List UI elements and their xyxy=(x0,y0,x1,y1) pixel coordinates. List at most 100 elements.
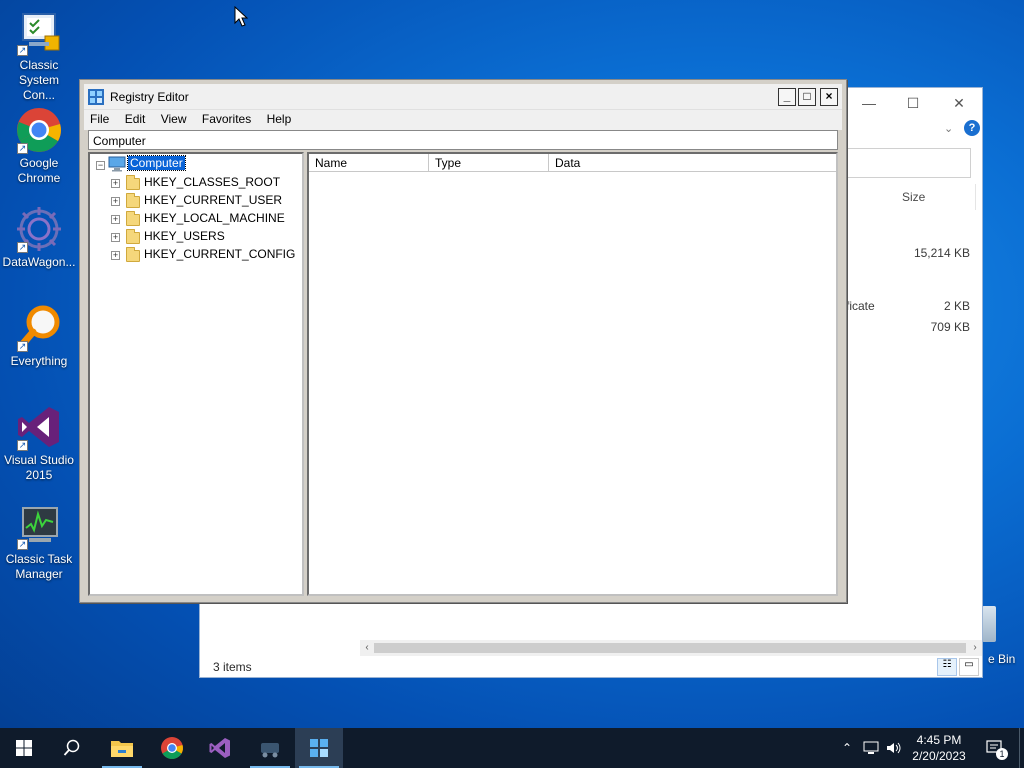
taskbar-registry-editor[interactable] xyxy=(295,728,343,768)
large-icons-view-icon[interactable]: ▭ xyxy=(959,658,979,676)
maximize-button[interactable]: □ xyxy=(798,88,816,106)
close-button[interactable]: × xyxy=(820,88,838,106)
menu-favorites[interactable]: Favorites xyxy=(196,110,257,128)
horizontal-scrollbar[interactable]: ‹ › xyxy=(360,640,982,656)
tree-label-hive[interactable]: HKEY_CURRENT_CONFIG xyxy=(144,247,295,261)
file-size: 709 KB xyxy=(930,320,970,334)
system-config-icon: ↗ xyxy=(15,8,63,56)
registry-editor-icon xyxy=(310,739,328,757)
recycle-bin-label: e Bin xyxy=(988,652,1016,666)
explorer-search-box[interactable] xyxy=(840,148,971,178)
start-button[interactable] xyxy=(0,728,48,768)
registry-editor-icon xyxy=(88,89,104,105)
show-desktop-button[interactable] xyxy=(1019,728,1024,768)
values-list[interactable]: Name Type Data xyxy=(307,152,838,596)
expand-icon[interactable]: + xyxy=(111,251,120,260)
column-header-name[interactable]: Name xyxy=(309,154,429,172)
explorer-minimize-button[interactable]: — xyxy=(846,92,892,114)
desktop-icon-google-chrome[interactable]: ↗ Google Chrome xyxy=(2,106,76,186)
mouse-cursor-icon xyxy=(234,6,248,27)
shortcut-arrow-icon: ↗ xyxy=(17,143,28,154)
volume-icon[interactable] xyxy=(884,728,904,768)
menu-help[interactable]: Help xyxy=(261,110,298,128)
file-row[interactable]: tificate 2 KB xyxy=(840,299,970,313)
file-row[interactable]: 15,214 KB xyxy=(840,246,970,260)
tree-label-hive[interactable]: HKEY_USERS xyxy=(144,229,225,243)
chrome-icon: ↗ xyxy=(15,106,63,154)
computer-icon xyxy=(108,156,126,172)
status-item-count: 3 items xyxy=(213,660,252,674)
menu-view[interactable]: View xyxy=(155,110,193,128)
desktop-icon-classic-task-manager[interactable]: ↗ Classic Task Manager xyxy=(2,502,76,582)
chevron-down-icon[interactable]: ⌄ xyxy=(944,122,953,135)
registry-tree[interactable]: − Computer + HKEY_CLASSES_ROOT + HKEY_CU… xyxy=(88,152,304,596)
shortcut-arrow-icon: ↗ xyxy=(17,242,28,253)
desktop-icon-classic-system-config[interactable]: ↗ Classic System Con... xyxy=(2,8,76,103)
column-header-size[interactable]: Size xyxy=(840,184,976,210)
shortcut-arrow-icon: ↗ xyxy=(17,45,28,56)
network-icon[interactable] xyxy=(860,728,882,768)
help-icon[interactable]: ? xyxy=(964,120,980,136)
search-button[interactable] xyxy=(48,728,96,768)
desktop-icon-label: Classic System Con... xyxy=(18,58,59,102)
expand-icon[interactable]: + xyxy=(111,215,120,224)
tree-label-hive[interactable]: HKEY_CLASSES_ROOT xyxy=(144,175,280,189)
search-icon xyxy=(63,739,80,756)
clock-date: 2/20/2023 xyxy=(912,749,966,763)
desktop-icon-label: Everything xyxy=(10,354,68,368)
tree-label-computer[interactable]: Computer xyxy=(127,155,186,171)
desktop-icon-label: Google Chrome xyxy=(17,156,61,185)
desktop-icon-visual-studio[interactable]: ↗ Visual Studio 2015 xyxy=(2,403,76,483)
clock-time: 4:45 PM xyxy=(916,733,962,747)
taskbar-chrome[interactable] xyxy=(148,728,196,768)
registry-editor-window[interactable]: Registry Editor _ □ × File Edit View Fav… xyxy=(79,79,847,603)
explorer-maximize-button[interactable]: ☐ xyxy=(890,92,936,114)
desktop-icon-datawagon[interactable]: ↗ DataWagon... xyxy=(2,205,76,270)
collapse-icon[interactable]: − xyxy=(96,161,105,170)
task-manager-icon: ↗ xyxy=(15,502,63,550)
system-clock[interactable]: 4:45 PM 2/20/2023 xyxy=(902,732,976,764)
file-size: 15,214 KB xyxy=(913,246,970,260)
expand-icon[interactable]: + xyxy=(111,233,120,242)
windows-logo-icon xyxy=(16,740,32,756)
notification-count-badge: 1 xyxy=(996,748,1008,760)
desktop-icon-label: Visual Studio 2015 xyxy=(4,453,74,482)
scrollbar-thumb[interactable] xyxy=(374,643,966,653)
datawagon-icon xyxy=(261,743,279,758)
datawagon-icon: ↗ xyxy=(15,205,63,253)
tray-chevron-up-icon[interactable]: ⌃ xyxy=(838,728,856,768)
shortcut-arrow-icon: ↗ xyxy=(17,440,28,451)
scroll-right-arrow-icon[interactable]: › xyxy=(968,640,982,656)
expand-icon[interactable]: + xyxy=(111,197,120,206)
minimize-icon: _ xyxy=(783,89,791,103)
everything-search-icon: ↗ xyxy=(15,304,63,352)
visual-studio-icon xyxy=(209,738,230,758)
recycle-bin-icon[interactable] xyxy=(982,606,996,642)
menu-file[interactable]: File xyxy=(84,110,115,128)
column-header-type[interactable]: Type xyxy=(429,154,549,172)
taskbar-datawagon[interactable] xyxy=(246,728,294,768)
tree-label-hive[interactable]: HKEY_CURRENT_USER xyxy=(144,193,282,207)
desktop-icon-everything[interactable]: ↗ Everything xyxy=(2,304,76,369)
desktop-icon-label: Classic Task Manager xyxy=(5,552,73,581)
explorer-close-button[interactable]: ✕ xyxy=(936,92,982,114)
taskbar-visual-studio[interactable] xyxy=(196,728,244,768)
list-header: Name Type Data xyxy=(309,154,836,172)
expand-icon[interactable]: + xyxy=(111,179,120,188)
visual-studio-icon: ↗ xyxy=(15,403,63,451)
address-bar[interactable]: Computer xyxy=(88,130,838,150)
close-icon: × xyxy=(825,89,833,103)
details-view-icon[interactable]: ☷ xyxy=(937,658,957,676)
file-explorer-icon xyxy=(111,741,133,757)
scroll-left-arrow-icon[interactable]: ‹ xyxy=(360,640,374,656)
menu-edit[interactable]: Edit xyxy=(119,110,152,128)
shortcut-arrow-icon: ↗ xyxy=(17,539,28,550)
minimize-button[interactable]: _ xyxy=(778,88,796,106)
action-center-button[interactable]: 1 xyxy=(980,728,1010,768)
file-row[interactable]: 709 KB xyxy=(840,320,970,334)
tree-label-hive[interactable]: HKEY_LOCAL_MACHINE xyxy=(144,211,285,225)
maximize-icon: □ xyxy=(803,89,811,103)
taskbar-file-explorer[interactable] xyxy=(98,728,146,768)
title-bar[interactable]: Registry Editor _ □ × xyxy=(84,84,842,110)
column-header-data[interactable]: Data xyxy=(549,154,836,172)
